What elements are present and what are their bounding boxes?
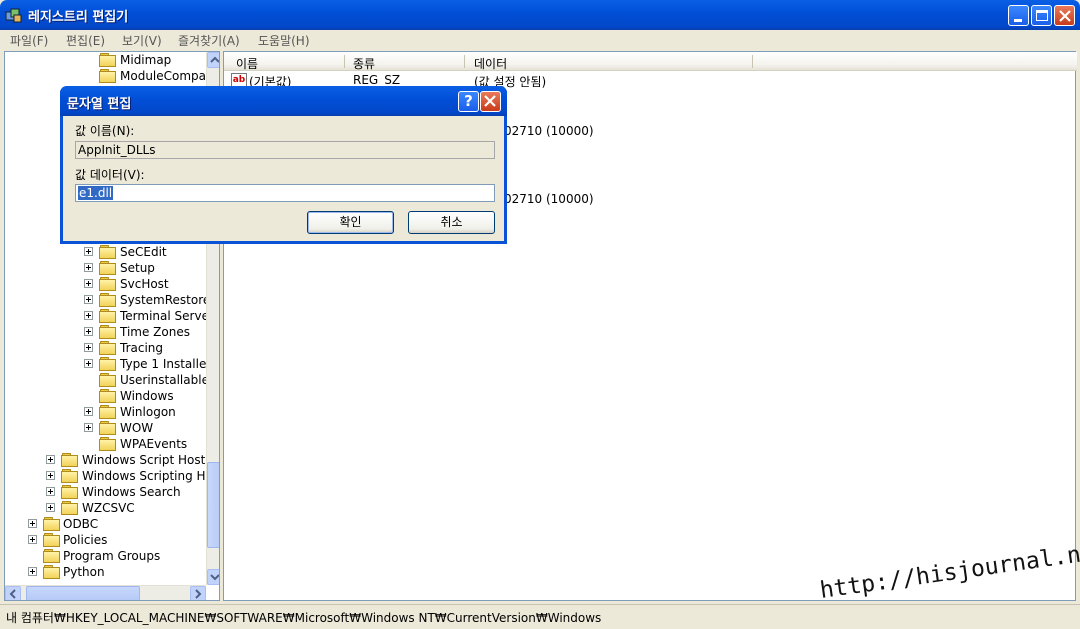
folder-icon: [99, 357, 116, 371]
registry-editor-icon: [5, 8, 22, 23]
chevron-down-icon: [210, 574, 219, 581]
scroll-thumb[interactable]: [26, 586, 140, 600]
menu-view[interactable]: 보기(V): [122, 32, 162, 49]
expand-icon[interactable]: [84, 343, 93, 352]
column-divider[interactable]: [344, 55, 345, 68]
selected-text: e1.dll: [78, 186, 114, 200]
expand-icon[interactable]: [84, 279, 93, 288]
folder-icon: [99, 277, 116, 291]
expand-icon[interactable]: [28, 535, 37, 544]
folder-icon: [99, 405, 116, 419]
folder-icon: [61, 501, 78, 515]
minimize-button[interactable]: [1008, 5, 1029, 26]
folder-icon: [43, 549, 60, 563]
expand-icon[interactable]: [84, 295, 93, 304]
menu-help[interactable]: 도움말(H): [258, 32, 310, 49]
menu-file[interactable]: 파일(F): [10, 32, 48, 49]
window-title: 레지스트리 편집기: [28, 10, 129, 25]
maximize-icon: [1036, 10, 1048, 21]
folder-icon: [99, 373, 116, 387]
column-header: 이름 종류 데이터: [224, 52, 1077, 71]
value-data-label: 값 데이터(V):: [75, 168, 145, 182]
chevron-right-icon: [195, 589, 202, 599]
menu-edit[interactable]: 편집(E): [66, 32, 105, 49]
column-name[interactable]: 이름: [236, 55, 258, 72]
folder-icon: [43, 533, 60, 547]
menubar: 파일(F) 편집(E) 보기(V) 즐겨찾기(A) 도움말(H): [0, 30, 1080, 50]
folder-icon: [99, 341, 116, 355]
folder-icon: [99, 325, 116, 339]
string-value-icon: ab: [231, 73, 247, 87]
expand-icon[interactable]: [84, 263, 93, 272]
edit-string-dialog: 문자열 편집 ? 값 이름(N): AppInit_DLLs 값 데이터(V):…: [60, 86, 507, 244]
value-type: REG_SZ: [353, 73, 401, 87]
expand-icon[interactable]: [84, 247, 93, 256]
question-icon: ?: [464, 92, 473, 110]
status-path: 내 컴퓨터₩HKEY_LOCAL_MACHINE₩SOFTWARE₩Micros…: [6, 611, 602, 625]
folder-icon: [99, 245, 116, 259]
chevron-up-icon: [210, 56, 219, 63]
scroll-left-button[interactable]: [5, 586, 21, 600]
folder-icon: [43, 565, 60, 579]
expand-icon[interactable]: [28, 519, 37, 528]
column-data[interactable]: 데이터: [474, 55, 507, 72]
column-divider[interactable]: [464, 55, 465, 68]
folder-icon: [43, 517, 60, 531]
value-name-field[interactable]: AppInit_DLLs: [75, 141, 495, 159]
column-divider[interactable]: [752, 55, 753, 68]
folder-icon: [99, 309, 116, 323]
scroll-right-button[interactable]: [190, 586, 206, 600]
open-folder-icon: [99, 389, 116, 403]
scroll-up-button[interactable]: [207, 52, 219, 68]
folder-icon: [99, 69, 116, 83]
value-data-input[interactable]: e1.dll: [75, 184, 495, 202]
cancel-button[interactable]: 취소: [408, 211, 495, 234]
expand-icon[interactable]: [84, 423, 93, 432]
scroll-down-button[interactable]: [207, 569, 219, 585]
expand-icon[interactable]: [28, 567, 37, 576]
tree-horizontal-scrollbar[interactable]: [5, 585, 206, 600]
close-icon: [484, 95, 496, 107]
menu-favorites[interactable]: 즐겨찾기(A): [178, 32, 240, 49]
expand-icon[interactable]: [84, 311, 93, 320]
folder-icon: [99, 261, 116, 275]
expand-icon[interactable]: [84, 359, 93, 368]
value-data: 02710 (10000): [504, 192, 594, 206]
chevron-left-icon: [9, 589, 16, 599]
expand-icon[interactable]: [84, 407, 93, 416]
folder-icon: [61, 469, 78, 483]
status-bar: 내 컴퓨터₩HKEY_LOCAL_MACHINE₩SOFTWARE₩Micros…: [0, 604, 1080, 629]
folder-icon: [99, 421, 116, 435]
ok-button[interactable]: 확인: [307, 211, 394, 234]
window-titlebar[interactable]: 레지스트리 편집기: [0, 0, 1080, 30]
folder-icon: [61, 453, 78, 467]
dialog-close-button[interactable]: [480, 91, 501, 112]
dialog-titlebar[interactable]: 문자열 편집 ?: [60, 86, 507, 116]
value-name-label: 값 이름(N):: [75, 124, 135, 138]
expand-icon[interactable]: [46, 503, 55, 512]
expand-icon[interactable]: [46, 487, 55, 496]
scroll-thumb[interactable]: [207, 462, 219, 548]
dialog-title: 문자열 편집: [67, 97, 132, 112]
expand-icon[interactable]: [46, 471, 55, 480]
close-button[interactable]: [1054, 5, 1075, 26]
value-data: 02710 (10000): [504, 124, 594, 138]
folder-icon: [99, 437, 116, 451]
folder-icon: [99, 293, 116, 307]
close-icon: [1059, 10, 1071, 22]
folder-icon: [61, 485, 78, 499]
expand-icon[interactable]: [46, 455, 55, 464]
expand-icon[interactable]: [84, 327, 93, 336]
folder-icon: [99, 53, 116, 67]
minimize-icon: [1014, 19, 1022, 22]
help-button[interactable]: ?: [458, 91, 479, 112]
column-type[interactable]: 종류: [353, 55, 375, 72]
maximize-button[interactable]: [1031, 5, 1052, 26]
